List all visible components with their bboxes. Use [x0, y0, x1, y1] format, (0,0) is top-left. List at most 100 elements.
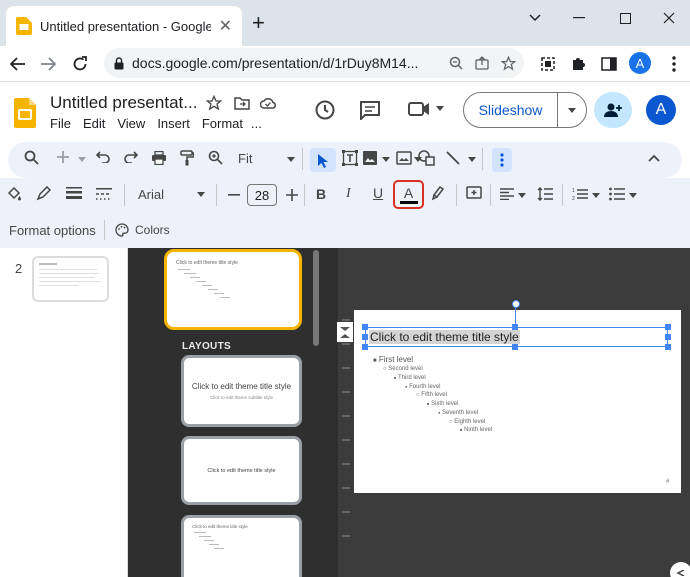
decrease-font-size-icon[interactable] — [228, 194, 240, 196]
level-2[interactable]: ○ Second level — [383, 366, 423, 372]
search-menus-icon[interactable] — [24, 150, 39, 165]
zoom-page-icon[interactable] — [449, 56, 463, 70]
level-9[interactable]: ■ Ninth level — [460, 427, 492, 433]
side-panel-icon[interactable] — [597, 52, 621, 76]
cloud-status-icon[interactable] — [260, 96, 276, 109]
bookmark-star-icon[interactable] — [501, 55, 516, 71]
resize-handle-ne[interactable] — [665, 324, 671, 330]
slides-logo-icon[interactable] — [14, 98, 36, 128]
zoom-icon[interactable] — [208, 150, 223, 165]
numbered-list-icon[interactable]: 12 — [572, 187, 588, 201]
border-dash-icon[interactable] — [96, 188, 112, 200]
collapse-menus-icon[interactable] — [648, 154, 660, 162]
tab-search-icon[interactable] — [516, 4, 554, 32]
italic-icon[interactable]: I — [346, 186, 351, 202]
level-7[interactable]: ● Seventh level — [438, 410, 478, 416]
layout-thumbnail-section[interactable]: Click to edit theme title style — [181, 436, 302, 505]
lock-icon[interactable] — [114, 56, 124, 70]
menu-format[interactable]: Format — [202, 116, 243, 131]
insert-link-icon[interactable] — [466, 186, 482, 201]
font-select[interactable]: Arial — [138, 187, 164, 202]
comments-icon[interactable] — [359, 100, 381, 120]
slide-thumbnail[interactable] — [32, 256, 109, 302]
level-4[interactable]: ● Fourth level — [405, 384, 440, 390]
text-box-icon[interactable] — [342, 150, 358, 166]
select-tool[interactable] — [310, 148, 336, 172]
share-button[interactable] — [594, 92, 632, 128]
undo-icon[interactable] — [96, 151, 110, 163]
image-dropdown-icon[interactable] — [382, 157, 390, 162]
more-tools-button[interactable] — [492, 148, 512, 172]
level-6[interactable]: ■ Sixth level — [427, 401, 458, 407]
text-color-button[interactable]: A — [393, 180, 424, 209]
level-5[interactable]: ○ Fifth level — [416, 392, 447, 398]
reload-icon[interactable] — [68, 52, 92, 76]
palette-icon[interactable] — [115, 223, 129, 237]
redo-icon[interactable] — [124, 151, 138, 163]
shape-icon[interactable] — [418, 150, 436, 166]
line-dropdown-icon[interactable] — [468, 157, 476, 162]
history-icon[interactable] — [314, 99, 336, 121]
slideshow-label[interactable]: Slideshow — [464, 93, 558, 127]
level-1[interactable]: ■ First level — [373, 355, 413, 364]
meet-icon[interactable] — [408, 101, 430, 117]
print-icon[interactable] — [151, 151, 167, 165]
font-size-input[interactable]: 28 — [247, 184, 277, 206]
fill-color-icon[interactable] — [6, 186, 22, 202]
slide-title-text[interactable]: Click to edit theme title style — [369, 330, 520, 344]
share-page-icon[interactable] — [475, 56, 489, 70]
document-title[interactable]: Untitled presentat... — [50, 93, 197, 113]
menu-edit[interactable]: Edit — [83, 116, 105, 131]
highlight-color-icon[interactable] — [431, 186, 445, 201]
bulleted-list-dropdown-icon[interactable] — [629, 193, 637, 198]
slideshow-dropdown-icon[interactable] — [558, 107, 586, 113]
rotate-handle[interactable] — [512, 300, 520, 308]
extensions-puzzle-icon[interactable] — [566, 52, 590, 76]
bold-icon[interactable]: B — [316, 186, 326, 202]
star-icon[interactable] — [206, 95, 222, 111]
underline-icon[interactable]: U — [373, 185, 383, 201]
meet-dropdown-icon[interactable] — [436, 106, 444, 111]
resize-handle-w[interactable] — [362, 334, 368, 340]
layout-thumbnail-title-body[interactable]: Click to edit theme title style — [181, 515, 302, 577]
increase-font-size-icon[interactable] — [286, 189, 298, 201]
menu-file[interactable]: File — [50, 116, 71, 131]
minimize-icon[interactable] — [560, 4, 598, 32]
menu-view[interactable]: View — [117, 116, 145, 131]
explore-button[interactable] — [670, 562, 690, 577]
resize-handle-s[interactable] — [512, 344, 518, 350]
align-icon[interactable] — [500, 188, 514, 200]
bulleted-list-icon[interactable] — [609, 187, 625, 201]
paint-format-icon[interactable] — [180, 150, 194, 166]
font-dropdown-icon[interactable] — [197, 192, 205, 197]
omnibox[interactable]: docs.google.com/presentation/d/1rDuy8M14… — [104, 48, 524, 78]
slideshow-button[interactable]: Slideshow — [463, 92, 587, 128]
panel-scrollbar[interactable] — [313, 250, 319, 346]
new-tab-icon[interactable]: + — [252, 12, 265, 34]
format-options-button[interactable]: Format options — [9, 223, 96, 238]
resize-handle-nw[interactable] — [362, 324, 368, 330]
resize-handle-sw[interactable] — [362, 344, 368, 350]
zoom-dropdown-icon[interactable] — [287, 157, 295, 162]
new-slide-icon[interactable] — [56, 150, 70, 164]
border-weight-icon[interactable] — [66, 187, 82, 199]
menu-insert[interactable]: Insert — [157, 116, 190, 131]
move-folder-icon[interactable] — [234, 96, 250, 110]
tab-close-icon[interactable]: ✕ — [219, 16, 232, 36]
level-3[interactable]: ■ Third level — [394, 375, 426, 381]
line-spacing-icon[interactable] — [537, 187, 553, 201]
theme-master-thumbnail[interactable]: Click to edit theme title style — [164, 249, 302, 330]
align-dropdown-icon[interactable] — [518, 193, 526, 198]
screenshot-extension-icon[interactable] — [536, 52, 560, 76]
image-icon[interactable] — [362, 150, 378, 166]
close-window-icon[interactable] — [650, 4, 688, 32]
line-icon[interactable] — [445, 150, 461, 166]
level-8[interactable]: ○ Eighth level — [449, 419, 485, 425]
numbered-list-dropdown-icon[interactable] — [592, 193, 600, 198]
border-color-icon[interactable] — [36, 186, 51, 201]
forward-icon[interactable] — [36, 52, 60, 76]
new-slide-dropdown-icon[interactable] — [78, 157, 86, 162]
layout-thumbnail-title-slide[interactable]: Click to edit theme title style Click to… — [181, 355, 302, 427]
browser-menu-icon[interactable] — [662, 52, 686, 76]
resize-handle-se[interactable] — [665, 344, 671, 350]
